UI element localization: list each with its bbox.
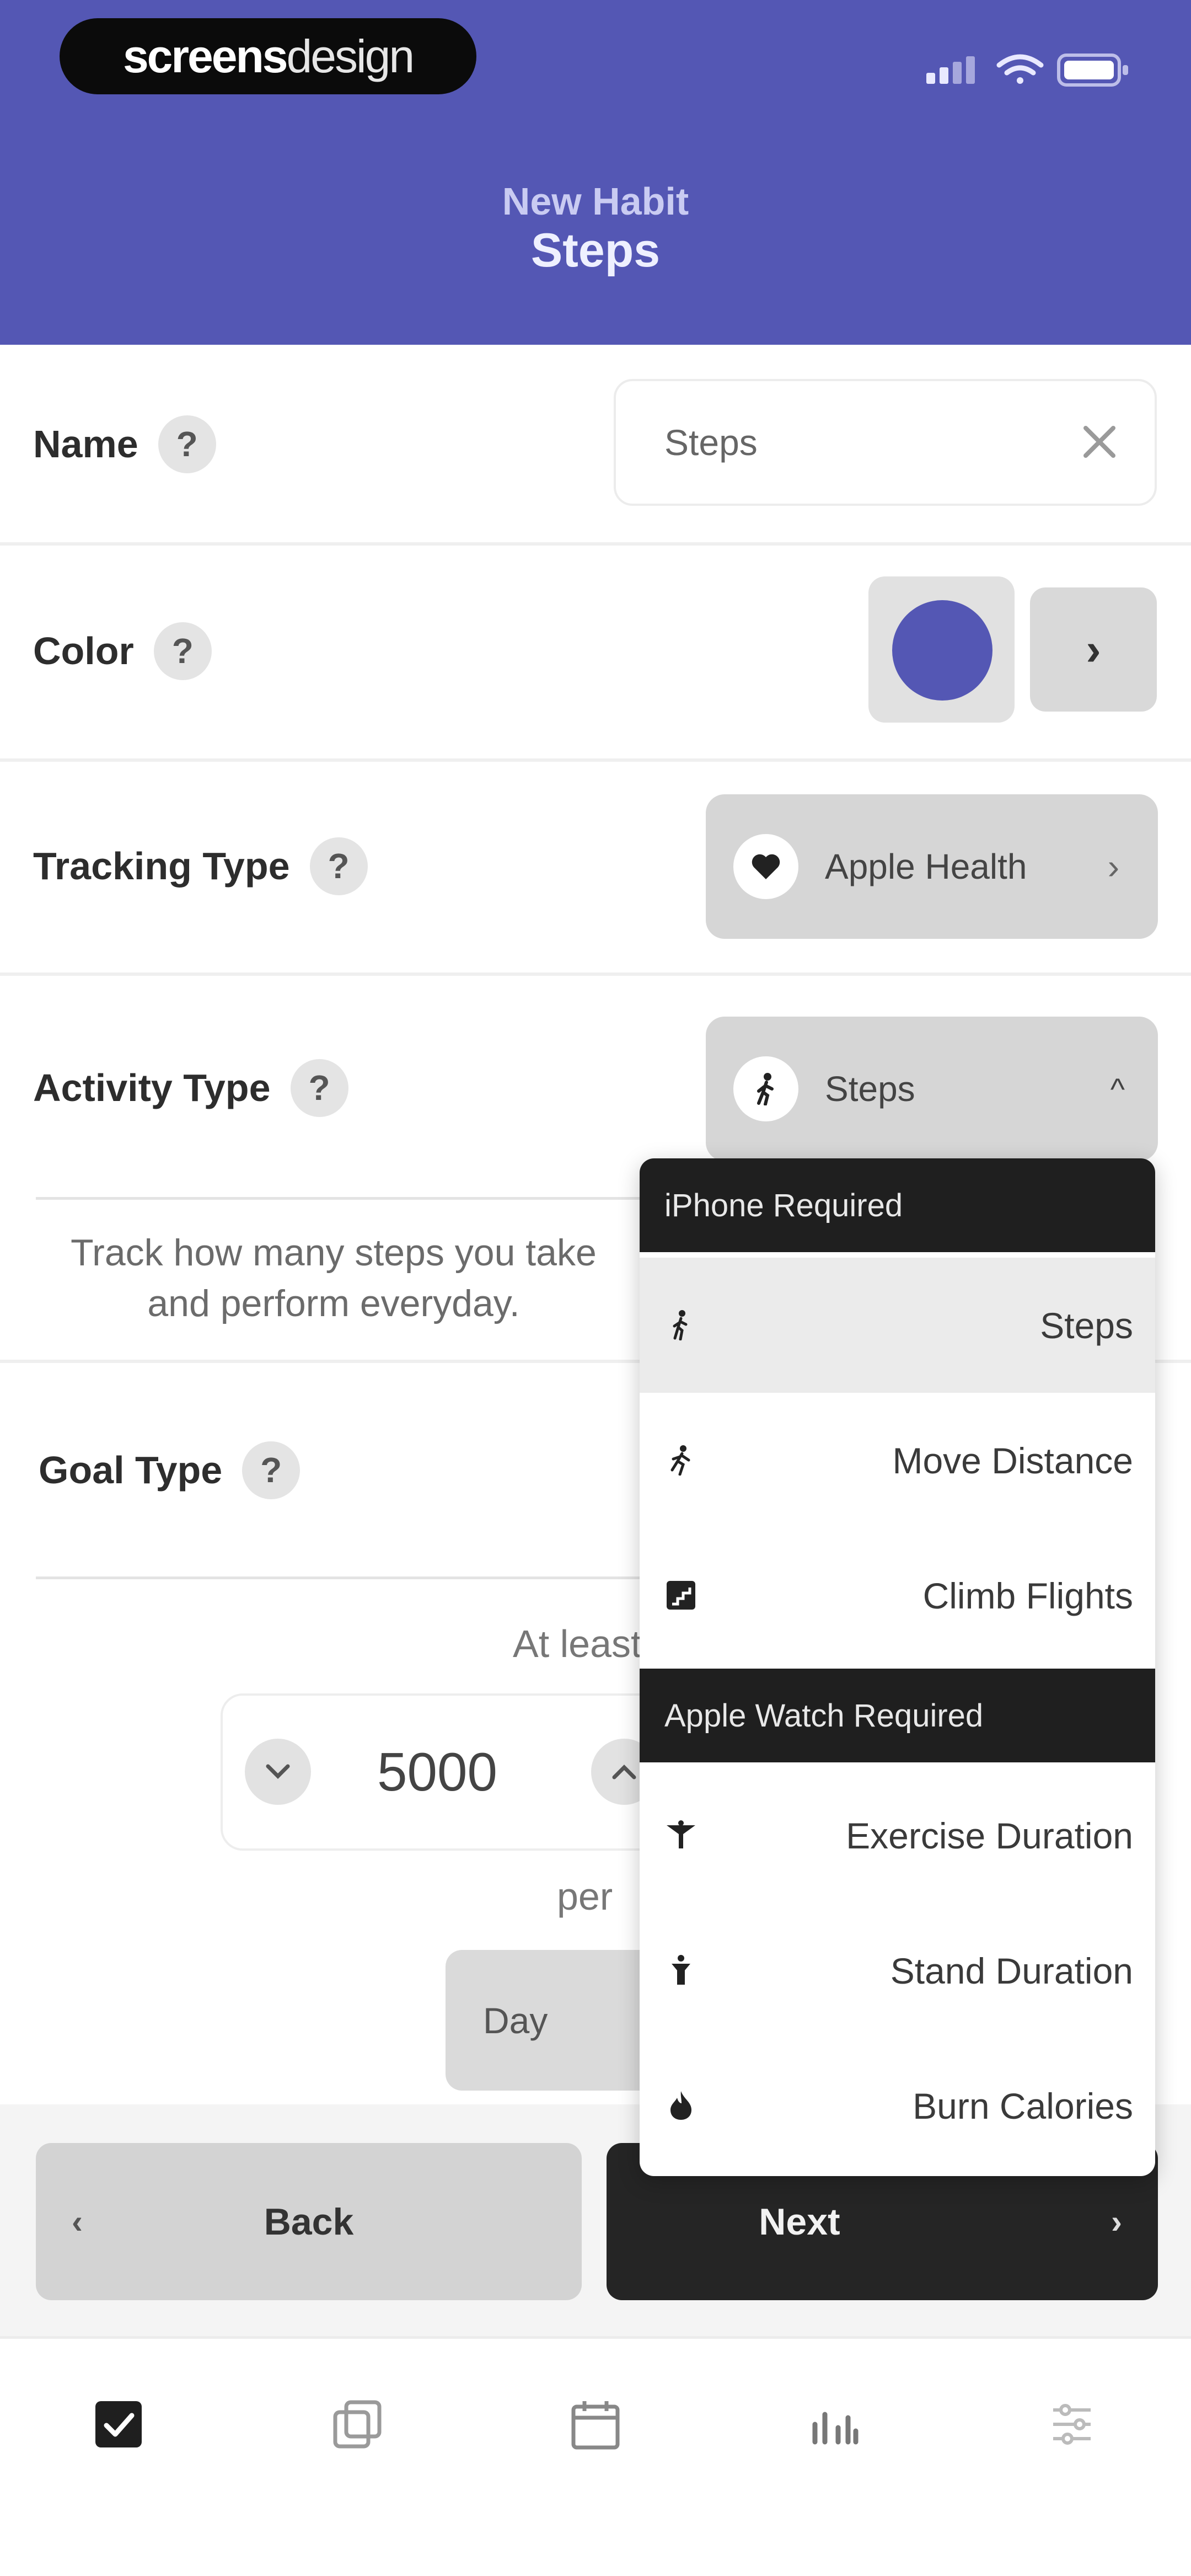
dropdown-item-label: Move Distance bbox=[892, 1440, 1133, 1481]
goal-amount-stepper: 5000 bbox=[221, 1693, 662, 1851]
decrement-button[interactable] bbox=[245, 1739, 311, 1805]
goal-amount-value[interactable]: 5000 bbox=[377, 1696, 497, 1848]
goal-type-label: Goal Type bbox=[39, 1449, 223, 1492]
header-subtitle: New Habit bbox=[502, 180, 689, 223]
color-picker-button[interactable]: › bbox=[1030, 587, 1157, 712]
tab-cards[interactable] bbox=[319, 2386, 396, 2463]
help-icon[interactable]: ? bbox=[290, 1059, 348, 1117]
activity-description: Track how many steps you take and perfor… bbox=[71, 1232, 597, 1324]
stairs-icon bbox=[664, 1579, 698, 1612]
help-icon[interactable]: ? bbox=[153, 622, 212, 680]
dropdown-item-label: Stand Duration bbox=[890, 1950, 1133, 1991]
checkbox-icon bbox=[95, 2401, 142, 2447]
wifi-icon bbox=[996, 54, 1044, 84]
activity-type-select[interactable]: Steps ^ bbox=[706, 1017, 1158, 1161]
logo-light: design bbox=[286, 30, 415, 82]
settings-icon bbox=[1053, 2404, 1091, 2445]
color-dot bbox=[892, 600, 993, 701]
dropdown-item-exercise-duration[interactable]: Exercise Duration bbox=[640, 1768, 1155, 1903]
tracking-type-select[interactable]: Apple Health › bbox=[706, 794, 1158, 939]
name-input-value: Steps bbox=[664, 422, 758, 463]
walking-icon bbox=[664, 1308, 698, 1342]
help-icon[interactable]: ? bbox=[309, 837, 368, 895]
name-label: Name bbox=[33, 423, 138, 466]
walking-icon bbox=[733, 1056, 798, 1121]
tab-calendar[interactable] bbox=[557, 2386, 634, 2463]
dropdown-item-burn-calories[interactable]: Burn Calories bbox=[640, 2038, 1155, 2173]
name-label-row: Name ? bbox=[33, 414, 216, 474]
goal-at-least-label: At least bbox=[513, 1622, 642, 1665]
exercise-icon bbox=[664, 1819, 698, 1852]
period-day-button[interactable]: Day bbox=[446, 1950, 666, 2091]
chevron-right-icon: › bbox=[1086, 624, 1101, 675]
tracking-type-label-row: Tracking Type ? bbox=[33, 836, 368, 896]
period-day-label: Day bbox=[483, 2000, 548, 2041]
logo: screens design bbox=[60, 18, 476, 94]
dropdown-item-label: Climb Flights bbox=[922, 1575, 1133, 1616]
dropdown-item-stand-duration[interactable]: Stand Duration bbox=[640, 1903, 1155, 2038]
tracking-type-label: Tracking Type bbox=[33, 845, 290, 888]
chevron-down-icon bbox=[266, 1764, 290, 1779]
cards-icon bbox=[333, 2400, 382, 2449]
status-icons bbox=[926, 54, 1128, 87]
activity-type-value: Steps bbox=[825, 1069, 915, 1109]
chevron-up-icon bbox=[612, 1765, 636, 1779]
section-title: Apple Watch Required bbox=[664, 1697, 984, 1734]
header-title: Steps bbox=[530, 224, 661, 277]
activity-type-label-row: Activity Type ? bbox=[33, 1057, 348, 1118]
help-icon[interactable]: ? bbox=[242, 1441, 301, 1499]
flame-icon bbox=[664, 2089, 698, 2122]
logo-bold: screens bbox=[122, 30, 288, 82]
tab-stats[interactable] bbox=[795, 2386, 872, 2463]
dropdown-item-label: Steps bbox=[1040, 1305, 1133, 1346]
name-input[interactable]: Steps bbox=[614, 379, 1157, 506]
calendar-icon bbox=[571, 2401, 620, 2450]
dropdown-item-move-distance[interactable]: Move Distance bbox=[640, 1393, 1155, 1528]
dropdown-section-header: Apple Watch Required bbox=[640, 1669, 1155, 1762]
back-label: Back bbox=[264, 2200, 354, 2243]
signal-icon bbox=[926, 56, 975, 84]
divider bbox=[36, 1197, 642, 1200]
goal-type-label-row: Goal Type ? bbox=[39, 1440, 301, 1500]
chevron-up-icon: ^ bbox=[1110, 1071, 1125, 1107]
dropdown-item-steps[interactable]: Steps bbox=[640, 1258, 1155, 1393]
help-icon[interactable]: ? bbox=[158, 415, 216, 473]
divider bbox=[36, 1576, 642, 1579]
clear-icon[interactable] bbox=[1072, 414, 1127, 469]
dropdown-item-label: Burn Calories bbox=[913, 2085, 1133, 2126]
tab-habits[interactable] bbox=[80, 2386, 157, 2463]
activity-type-dropdown: iPhone Required Steps Move Distance Clim… bbox=[640, 1158, 1155, 2176]
chevron-right-icon: › bbox=[1107, 847, 1119, 886]
activity-type-label: Activity Type bbox=[33, 1066, 271, 1109]
color-label: Color bbox=[33, 629, 134, 672]
stats-icon bbox=[812, 2412, 859, 2445]
goal-per-label: per bbox=[557, 1875, 613, 1918]
color-label-row: Color ? bbox=[33, 621, 212, 681]
section-title: iPhone Required bbox=[664, 1187, 903, 1223]
dropdown-section-header: iPhone Required bbox=[640, 1158, 1155, 1252]
divider bbox=[0, 542, 1191, 546]
running-icon bbox=[664, 1444, 698, 1477]
back-button[interactable]: ‹ Back bbox=[36, 2143, 582, 2300]
standing-icon bbox=[664, 1954, 698, 1987]
battery-icon bbox=[1057, 54, 1128, 87]
status-bar bbox=[882, 44, 1191, 94]
dropdown-item-climb-flights[interactable]: Climb Flights bbox=[640, 1528, 1155, 1663]
divider bbox=[0, 758, 1191, 762]
tracking-type-value: Apple Health bbox=[825, 847, 1027, 886]
dropdown-item-label: Exercise Duration bbox=[846, 1815, 1133, 1856]
heart-icon bbox=[733, 834, 798, 899]
divider bbox=[0, 972, 1191, 976]
tab-settings[interactable] bbox=[1033, 2386, 1110, 2463]
